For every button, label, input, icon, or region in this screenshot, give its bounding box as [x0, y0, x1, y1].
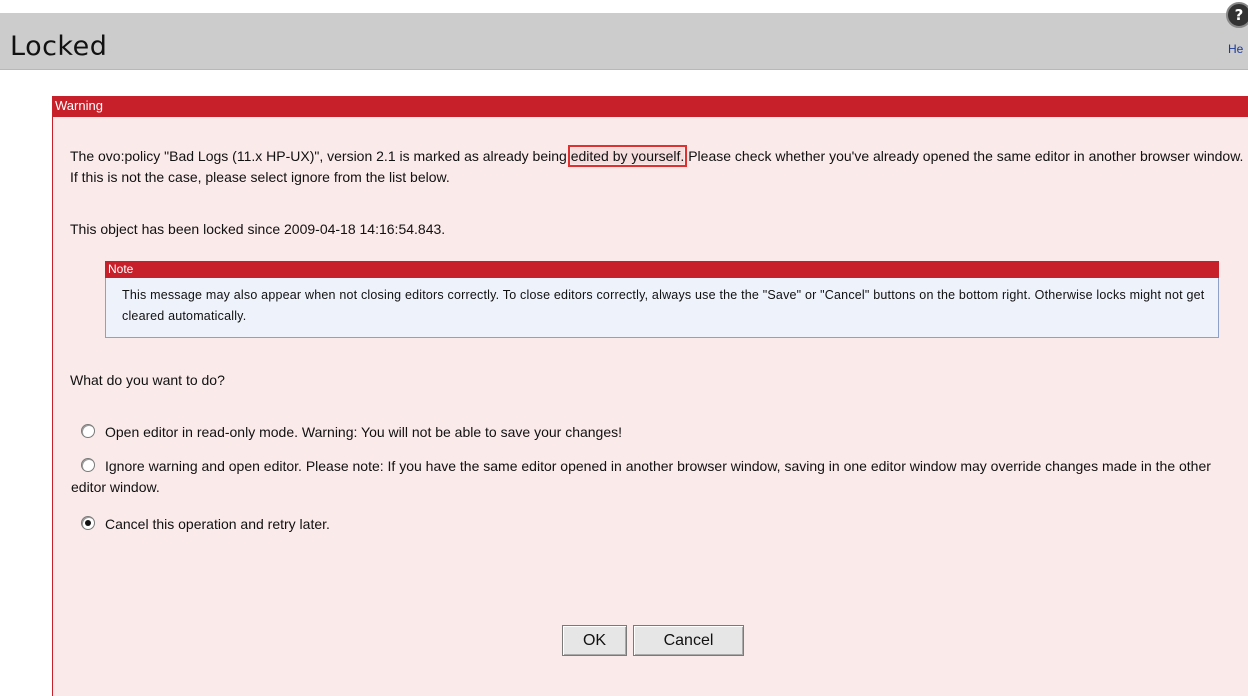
- warning-message-highlight: edited by yourself.: [567, 145, 688, 167]
- note-box: Note This message may also appear when n…: [105, 261, 1219, 338]
- note-text: This message may also appear when not cl…: [122, 288, 1205, 323]
- title-bar: Locked: [0, 13, 1248, 70]
- page-header: Locked ? He: [0, 0, 1248, 70]
- radio-ignore-warning[interactable]: [81, 458, 95, 472]
- warning-title: Warning: [55, 98, 103, 113]
- radio-cancel-retry[interactable]: [81, 516, 95, 530]
- option-ignore-warning[interactable]: Ignore warning and open editor. Please n…: [71, 456, 1241, 498]
- note-title: Note: [108, 262, 134, 276]
- locked-since-text: This object has been locked since 2009-0…: [70, 221, 446, 237]
- help-label[interactable]: He: [1228, 42, 1243, 56]
- help-icon[interactable]: ?: [1226, 2, 1248, 28]
- page-title: Locked: [10, 31, 108, 62]
- help-link[interactable]: ? He: [1222, 2, 1248, 66]
- warning-message-part1: The ovo:policy "Bad Logs (11.x HP-UX)", …: [70, 148, 571, 164]
- warning-message: The ovo:policy "Bad Logs (11.x HP-UX)", …: [70, 145, 1245, 188]
- ok-button[interactable]: OK: [562, 625, 627, 656]
- option-cancel-retry[interactable]: Cancel this operation and retry later.: [81, 514, 330, 535]
- option-read-only[interactable]: Open editor in read-only mode. Warning: …: [81, 422, 622, 443]
- note-header: Note: [105, 261, 1219, 278]
- question-text: What do you want to do?: [70, 372, 225, 388]
- option-read-only-label[interactable]: Open editor in read-only mode. Warning: …: [105, 424, 622, 440]
- option-ignore-warning-label[interactable]: Ignore warning and open editor. Please n…: [71, 458, 1211, 495]
- warning-panel: Warning The ovo:policy "Bad Logs (11.x H…: [52, 96, 1248, 696]
- option-cancel-retry-label[interactable]: Cancel this operation and retry later.: [105, 516, 330, 532]
- radio-read-only[interactable]: [81, 424, 95, 438]
- cancel-button[interactable]: Cancel: [633, 625, 744, 656]
- warning-header: Warning: [53, 96, 1248, 117]
